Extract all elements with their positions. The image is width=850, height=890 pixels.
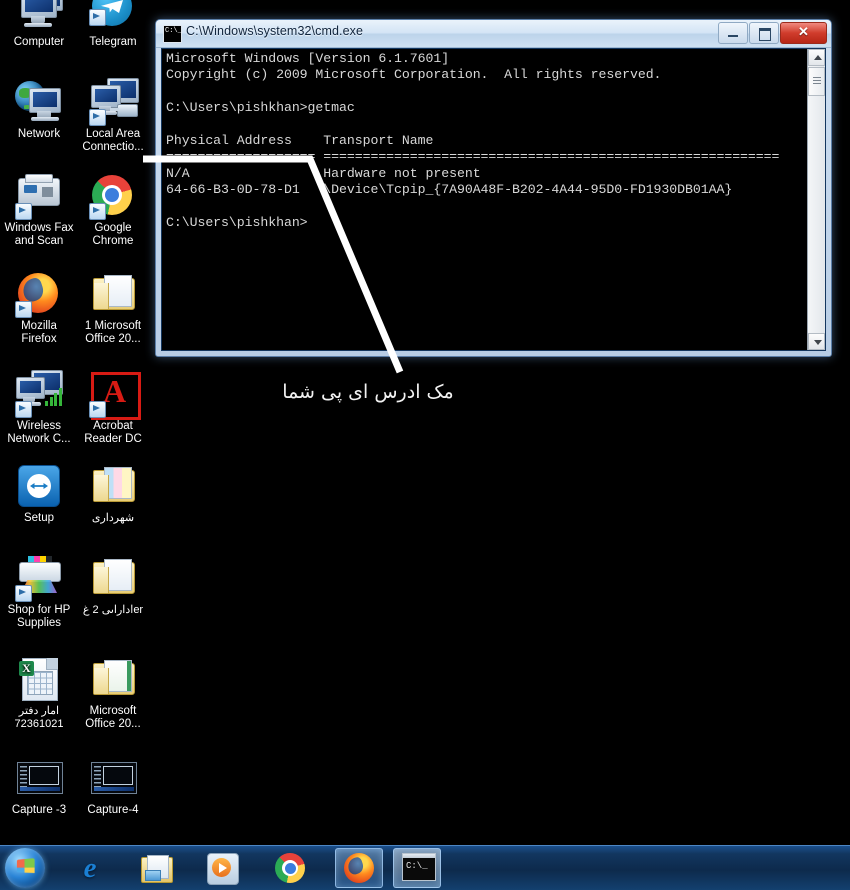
google-chrome-icon bbox=[89, 172, 137, 220]
hp-printer-supplies-icon bbox=[15, 554, 63, 602]
close-button[interactable] bbox=[780, 22, 827, 44]
desktop-icon-office-1[interactable]: 1 Microsoft Office 20... bbox=[76, 270, 150, 346]
capture-image-icon bbox=[89, 754, 137, 802]
desktop-icon-acrobat-reader-dc[interactable]: A Acrobat Reader DC bbox=[76, 370, 150, 446]
desktop-icon-computer[interactable]: Computer bbox=[2, 0, 76, 49]
taskbar-item-internet-explorer[interactable]: e bbox=[67, 849, 113, 887]
computer-icon bbox=[15, 0, 63, 34]
cmd-console-area[interactable]: Microsoft Windows [Version 6.1.7601] Cop… bbox=[161, 48, 826, 351]
desktop-icon-network[interactable]: Network bbox=[2, 78, 76, 141]
desktop-icon-mozilla-firefox[interactable]: Mozilla Firefox bbox=[2, 270, 76, 346]
taskbar-item-google-chrome[interactable] bbox=[267, 849, 313, 887]
taskbar: e bbox=[0, 845, 850, 890]
taskbar-item-cmd[interactable] bbox=[393, 848, 441, 888]
teamviewer-setup-icon bbox=[15, 462, 63, 510]
desktop-icon-label: Capture -3 bbox=[11, 804, 67, 816]
maximize-button[interactable] bbox=[749, 22, 779, 44]
desktop-icon-label: Local Area Connectio... bbox=[82, 128, 144, 153]
network-icon bbox=[15, 78, 63, 126]
cmd-icon bbox=[163, 25, 182, 43]
google-chrome-icon bbox=[275, 853, 305, 883]
desktop-icon-telegram[interactable]: Telegram bbox=[76, 0, 150, 49]
cmd-window-titlebar[interactable]: C:\Windows\system32\cmd.exe bbox=[156, 20, 831, 48]
folder-icon bbox=[89, 462, 137, 510]
windows-media-player-icon bbox=[207, 853, 239, 885]
desktop-icon-label: شهرداری bbox=[91, 512, 135, 524]
desktop-icon-label: Windows Fax and Scan bbox=[4, 222, 74, 247]
start-button[interactable] bbox=[5, 848, 45, 888]
desktop-icon-label: Shop for HP Supplies bbox=[7, 604, 71, 629]
desktop-icon-wireless-network-connection[interactable]: Wireless Network C... bbox=[2, 370, 76, 446]
desktop-icon-local-area-connection[interactable]: Local Area Connectio... bbox=[76, 78, 150, 154]
taskbar-item-windows-explorer[interactable] bbox=[133, 849, 179, 887]
desktop-icon-label: Computer bbox=[13, 36, 65, 48]
desktop-icon-label: امار دفتر 72361021 bbox=[14, 705, 64, 730]
cmd-window-title: C:\Windows\system32\cmd.exe bbox=[186, 24, 364, 38]
wireless-network-connection-icon bbox=[15, 370, 63, 418]
internet-explorer-icon: e bbox=[83, 852, 97, 884]
capture-image-icon bbox=[15, 754, 63, 802]
desktop-icon-capture-4[interactable]: Capture-4 bbox=[76, 754, 150, 817]
desktop-icon-label: Microsoft Office 20... bbox=[85, 705, 141, 730]
cmd-icon bbox=[402, 853, 436, 883]
scrollbar-thumb[interactable] bbox=[808, 67, 825, 96]
desktop-icon-shop-for-hp-supplies[interactable]: Shop for HP Supplies bbox=[2, 554, 76, 630]
desktop-icon-setup[interactable]: Setup bbox=[2, 462, 76, 525]
excel-file-icon: X bbox=[15, 655, 63, 703]
desktop-icon-label: 1 Microsoft Office 20... bbox=[84, 320, 142, 345]
taskbar-item-windows-media-player[interactable] bbox=[199, 849, 245, 887]
annotation-text: مک ادرس ای پی شما bbox=[282, 381, 454, 403]
taskbar-item-mozilla-firefox[interactable] bbox=[335, 848, 383, 888]
window-controls bbox=[718, 22, 827, 44]
local-area-connection-icon bbox=[89, 78, 139, 126]
windows-fax-and-scan-icon bbox=[15, 172, 63, 220]
desktop-icon-label: Telegram bbox=[89, 36, 137, 48]
desktop-icon-label: Acrobat Reader DC bbox=[84, 420, 142, 445]
console-scrollbar[interactable] bbox=[807, 49, 825, 350]
windows-logo-icon bbox=[16, 858, 35, 878]
desktop-icon-label: Mozilla Firefox bbox=[21, 320, 57, 345]
desktop-icon-shahrdari[interactable]: شهرداری bbox=[76, 462, 150, 525]
desktop: Computer Telegram Network Local Area Con… bbox=[0, 0, 850, 846]
desktop-icon-amar-daftar[interactable]: X امار دفتر 72361021 bbox=[2, 655, 76, 731]
desktop-icon-google-chrome[interactable]: Google Chrome bbox=[76, 172, 150, 248]
windows-explorer-icon bbox=[141, 853, 173, 883]
mozilla-firefox-icon bbox=[15, 270, 63, 318]
desktop-icon-label: erاداراىی 2 غ bbox=[82, 604, 144, 616]
telegram-icon bbox=[89, 0, 137, 34]
folder-icon bbox=[89, 270, 137, 318]
desktop-icon-label: Wireless Network C... bbox=[7, 420, 71, 445]
desktop-icon-office-2[interactable]: Microsoft Office 20... bbox=[76, 655, 150, 731]
folder-icon bbox=[89, 655, 137, 703]
desktop-icon-label: Network bbox=[17, 128, 61, 140]
scroll-up-arrow-icon[interactable] bbox=[808, 49, 825, 66]
scroll-down-arrow-icon[interactable] bbox=[808, 333, 825, 350]
desktop-icon-windows-fax-and-scan[interactable]: Windows Fax and Scan bbox=[2, 172, 76, 248]
desktop-icon-edari-2[interactable]: erاداراىی 2 غ bbox=[76, 554, 150, 617]
acrobat-reader-icon: A bbox=[89, 370, 141, 420]
desktop-icon-label: Google Chrome bbox=[92, 222, 134, 247]
cmd-console-output: Microsoft Windows [Version 6.1.7601] Cop… bbox=[166, 51, 780, 231]
desktop-icon-label: Setup bbox=[23, 512, 55, 524]
cmd-window[interactable]: C:\Windows\system32\cmd.exe Microsoft Wi… bbox=[155, 19, 832, 357]
minimize-button[interactable] bbox=[718, 22, 748, 44]
mozilla-firefox-icon bbox=[344, 853, 374, 883]
folder-icon bbox=[89, 554, 137, 602]
desktop-icon-capture-3[interactable]: Capture -3 bbox=[2, 754, 76, 817]
desktop-icon-label: Capture-4 bbox=[87, 804, 139, 816]
